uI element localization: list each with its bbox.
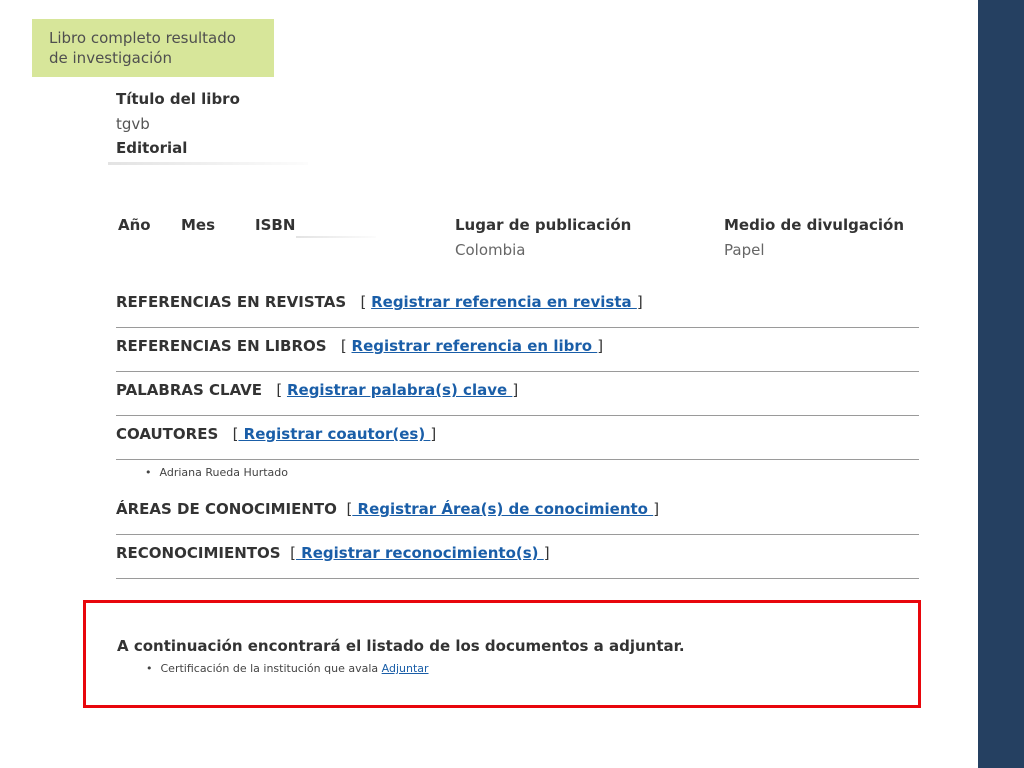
place-value: Colombia <box>455 241 526 259</box>
month-label: Mes <box>181 216 216 234</box>
section-title: COAUTORES <box>116 425 219 443</box>
section-journal-references: REFERENCIAS EN REVISTAS [ Registrar refe… <box>116 284 919 328</box>
register-keywords-link[interactable]: Registrar palabra(s) clave <box>287 381 512 399</box>
bracket-open: [ <box>350 293 372 311</box>
bracket-close: ] <box>543 544 550 562</box>
bracket-close: ] <box>597 337 604 355</box>
book-title-label: Título del libro <box>116 90 240 108</box>
redacted-publisher-value <box>108 162 308 165</box>
year-label: Año <box>118 216 151 234</box>
register-knowledge-areas-link[interactable]: Registrar Área(s) de conocimiento <box>352 500 653 518</box>
documents-heading: A continuación encontrará el listado de … <box>117 637 685 655</box>
document-label: Certificación de la institución que aval… <box>160 662 382 675</box>
book-title-value: tgvb <box>116 115 150 133</box>
register-book-reference-link[interactable]: Registrar referencia en libro <box>352 337 598 355</box>
section-title: REFERENCIAS EN REVISTAS <box>116 293 347 311</box>
bullet-icon: • <box>146 662 153 675</box>
section-keywords: PALABRAS CLAVE [ Registrar palabra(s) cl… <box>116 372 919 416</box>
section-coauthors: COAUTORES [ Registrar coautor(es) ] <box>116 416 919 460</box>
bracket-open: [ <box>285 544 296 562</box>
bracket-close: ] <box>512 381 519 399</box>
bracket-open: [ <box>331 337 352 355</box>
list-item: Adriana Rueda Hurtado <box>145 466 288 479</box>
list-item: • Certificación de la institución que ava… <box>146 662 429 675</box>
right-sidebar-bar <box>978 0 1024 768</box>
bracket-open: [ <box>266 381 287 399</box>
isbn-label: ISBN <box>255 216 296 234</box>
section-book-references: REFERENCIAS EN LIBROS [ Registrar refere… <box>116 328 919 372</box>
bracket-close: ] <box>636 293 643 311</box>
publisher-label: Editorial <box>116 139 188 157</box>
bracket-close: ] <box>430 425 437 443</box>
bracket-close: ] <box>653 500 660 518</box>
category-badge: Libro completo resultado de investigació… <box>32 19 274 77</box>
register-journal-reference-link[interactable]: Registrar referencia en revista <box>371 293 637 311</box>
attach-document-link[interactable]: Adjuntar <box>382 662 429 675</box>
section-title: RECONOCIMIENTOS <box>116 544 281 562</box>
bracket-open: [ <box>223 425 239 443</box>
register-awards-link[interactable]: Registrar reconocimiento(s) <box>296 544 544 562</box>
section-knowledge-areas: ÁREAS DE CONOCIMIENTO [ Registrar Área(s… <box>116 491 919 535</box>
redacted-isbn-value <box>296 236 376 238</box>
place-label: Lugar de publicación <box>455 216 632 234</box>
documents-highlight-box: A continuación encontrará el listado de … <box>83 600 921 708</box>
coauthor-list: Adriana Rueda Hurtado <box>145 466 288 479</box>
section-title: PALABRAS CLAVE <box>116 381 263 399</box>
register-coauthors-link[interactable]: Registrar coautor(es) <box>238 425 430 443</box>
section-title: ÁREAS DE CONOCIMIENTO <box>116 500 337 518</box>
medium-value: Papel <box>724 241 765 259</box>
section-awards: RECONOCIMIENTOS [ Registrar reconocimien… <box>116 535 919 579</box>
section-title: REFERENCIAS EN LIBROS <box>116 337 327 355</box>
bracket-open: [ <box>341 500 353 518</box>
medium-label: Medio de divulgación <box>724 216 904 234</box>
